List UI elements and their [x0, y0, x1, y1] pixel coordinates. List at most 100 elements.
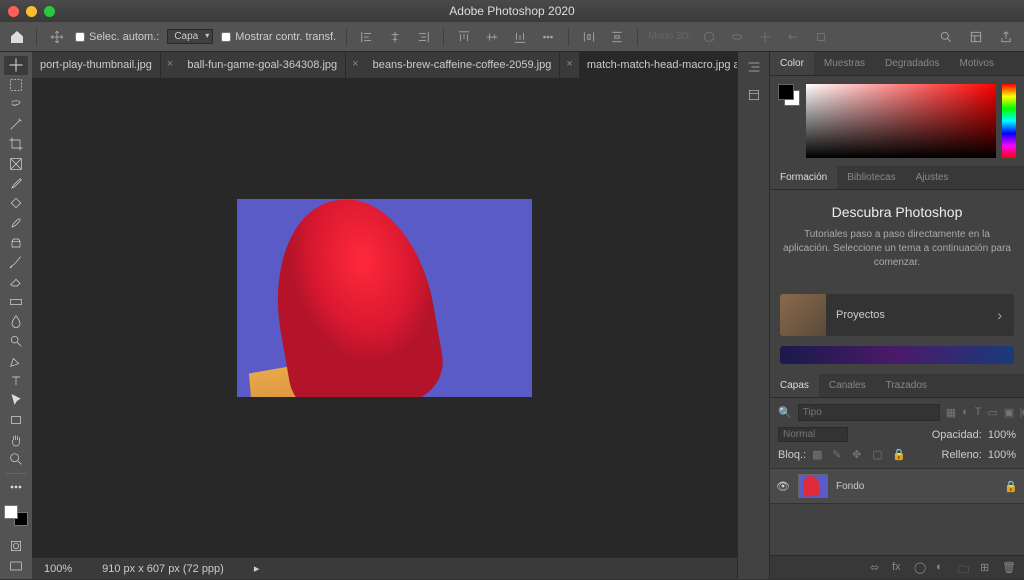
panel-tab-color[interactable]: Color [770, 52, 814, 75]
panel-tab-gradients[interactable]: Degradados [875, 52, 949, 75]
hue-slider[interactable] [1002, 84, 1016, 158]
frame-tool[interactable] [4, 155, 28, 174]
hand-tool[interactable] [4, 430, 28, 449]
panel-tab-learn[interactable]: Formación [770, 166, 837, 189]
document-tab[interactable]: port-play-thumbnail.jpg [32, 52, 161, 78]
canvas-area[interactable] [32, 78, 737, 557]
document-tab-active[interactable]: match-match-head-macro.jpg al 100% (RGB/… [579, 52, 737, 78]
minimize-window-button[interactable] [26, 6, 37, 17]
eraser-tool[interactable] [4, 273, 28, 292]
panel-tab-paths[interactable]: Trazados [876, 374, 937, 397]
distribute-v-icon[interactable] [607, 27, 627, 47]
learn-row-projects[interactable]: Proyectos › [780, 294, 1014, 336]
properties-panel-icon[interactable] [745, 86, 763, 104]
move-tool-icon[interactable] [47, 27, 67, 47]
zoom-tool[interactable] [4, 450, 28, 469]
close-window-button[interactable] [8, 6, 19, 17]
status-arrow[interactable]: ▸ [254, 562, 260, 575]
lasso-tool[interactable] [4, 95, 28, 114]
layer-fx-icon[interactable]: fx [892, 561, 906, 575]
color-field[interactable] [806, 84, 996, 158]
pen-tool[interactable] [4, 352, 28, 371]
align-right-icon[interactable] [413, 27, 433, 47]
eyedropper-tool[interactable] [4, 174, 28, 193]
align-middle-v-icon[interactable] [482, 27, 502, 47]
layer-group-icon[interactable]: 🗀 [958, 561, 972, 575]
opacity-value[interactable]: 100% [988, 429, 1016, 441]
lock-position-icon[interactable]: ✥ [852, 448, 866, 462]
panel-tab-channels[interactable]: Canales [819, 374, 876, 397]
filter-shape-icon[interactable]: ▭ [988, 406, 998, 420]
layer-mask-icon[interactable]: ◯ [914, 561, 928, 575]
lock-transparency-icon[interactable]: ▩ [812, 448, 826, 462]
marquee-tool[interactable] [4, 76, 28, 95]
layer-filter-input[interactable] [798, 404, 940, 421]
auto-select-target-dropdown[interactable]: Capa [167, 29, 213, 44]
foreground-background-swatch[interactable] [4, 505, 28, 525]
filter-smart-icon[interactable]: ▣ [1004, 406, 1014, 420]
fill-value[interactable]: 100% [988, 449, 1016, 461]
gradient-tool[interactable] [4, 292, 28, 311]
history-brush-tool[interactable] [4, 253, 28, 272]
tab-close-button[interactable]: × [560, 52, 578, 78]
history-panel-icon[interactable] [745, 58, 763, 76]
blur-tool[interactable] [4, 312, 28, 331]
panel-tab-adjustments[interactable]: Ajustes [906, 166, 959, 189]
new-layer-icon[interactable]: ⊞ [980, 561, 994, 575]
crop-tool[interactable] [4, 135, 28, 154]
magic-wand-tool[interactable] [4, 115, 28, 134]
filter-toggle[interactable] [1020, 408, 1022, 418]
adjustment-layer-icon[interactable]: ◐ [936, 561, 950, 575]
screen-mode-button[interactable] [4, 556, 28, 575]
home-button[interactable] [8, 28, 26, 46]
share-icon[interactable] [996, 27, 1016, 47]
blend-mode-dropdown[interactable]: Normal [778, 427, 848, 442]
brush-tool[interactable] [4, 214, 28, 233]
lock-artboard-icon[interactable]: ▢ [872, 448, 886, 462]
panel-tab-patterns[interactable]: Motivos [950, 52, 1004, 75]
tab-close-button[interactable]: × [346, 52, 364, 78]
quick-mask-button[interactable] [4, 537, 28, 556]
lock-all-icon[interactable]: 🔒 [892, 448, 906, 462]
align-bottom-icon[interactable] [510, 27, 530, 47]
color-panel-swatch[interactable] [778, 84, 800, 106]
workspace-icon[interactable] [966, 27, 986, 47]
filter-type-icon[interactable]: T [975, 406, 982, 420]
distribute-h-icon[interactable] [579, 27, 599, 47]
type-tool[interactable] [4, 371, 28, 390]
clone-stamp-tool[interactable] [4, 233, 28, 252]
zoom-level[interactable]: 100% [44, 563, 72, 575]
layer-row[interactable]: 👁 Fondo 🔒 [770, 469, 1024, 504]
delete-layer-icon[interactable]: 🗑 [1002, 561, 1016, 575]
document-tab[interactable]: beans-brew-caffeine-coffee-2059.jpg [365, 52, 561, 78]
lock-image-icon[interactable]: ✎ [832, 448, 846, 462]
layer-thumbnail[interactable] [798, 474, 828, 498]
align-top-icon[interactable] [454, 27, 474, 47]
layer-visibility-icon[interactable]: 👁 [776, 480, 790, 493]
filter-adjust-icon[interactable]: ◐ [962, 406, 969, 420]
maximize-window-button[interactable] [44, 6, 55, 17]
panel-tab-libraries[interactable]: Bibliotecas [837, 166, 905, 189]
align-left-icon[interactable] [357, 27, 377, 47]
search-icon[interactable] [936, 27, 956, 47]
move-tool[interactable] [4, 56, 28, 75]
document-info[interactable]: 910 px x 607 px (72 ppp) [102, 563, 224, 575]
rectangle-tool[interactable] [4, 411, 28, 430]
auto-select-checkbox[interactable]: Selec. autom.: [75, 31, 159, 43]
edit-toolbar-button[interactable] [4, 478, 28, 497]
link-layers-icon[interactable]: ⬄ [870, 561, 884, 575]
learn-row-next[interactable] [780, 346, 1014, 364]
healing-brush-tool[interactable] [4, 194, 28, 213]
align-center-h-icon[interactable] [385, 27, 405, 47]
panel-tab-swatches[interactable]: Muestras [814, 52, 875, 75]
align-more-icon[interactable] [538, 27, 558, 47]
dodge-tool[interactable] [4, 332, 28, 351]
document-canvas[interactable] [237, 199, 532, 397]
panel-tab-layers[interactable]: Capas [770, 374, 819, 397]
document-tab[interactable]: ball-fun-game-goal-364308.jpg [179, 52, 346, 78]
show-transform-checkbox[interactable]: Mostrar contr. transf. [221, 31, 336, 43]
layer-lock-icon[interactable]: 🔒 [1004, 480, 1018, 493]
filter-image-icon[interactable]: ▦ [946, 406, 956, 420]
tab-close-button[interactable]: × [161, 52, 179, 78]
path-selection-tool[interactable] [4, 391, 28, 410]
